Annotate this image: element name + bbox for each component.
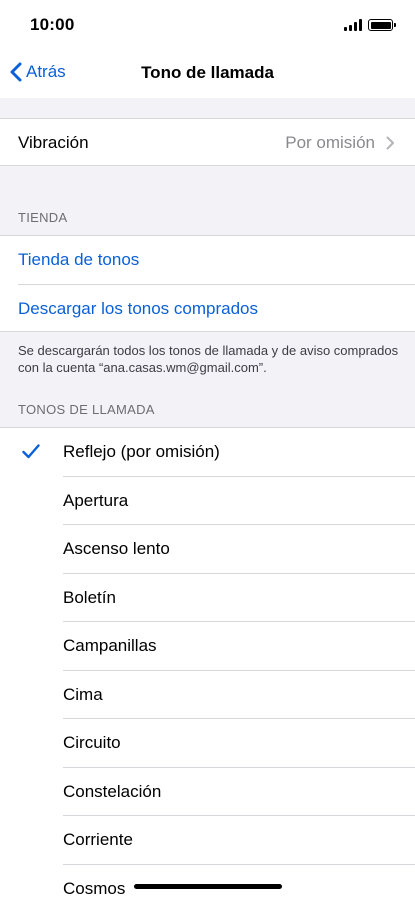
checkmark-icon	[22, 444, 40, 459]
ringtone-label: Cosmos	[63, 878, 126, 898]
ringtone-row[interactable]: Cima	[0, 671, 415, 719]
ringtone-row[interactable]: Corriente	[0, 816, 415, 865]
vibration-row[interactable]: Vibración Por omisión	[0, 118, 415, 166]
status-icons	[344, 17, 396, 31]
status-time: 10:00	[30, 15, 75, 34]
store-section-header: TIENDA	[18, 210, 68, 225]
ringtone-row[interactable]: Circuito	[0, 719, 415, 768]
store-footer-note: Se descargarán todos los tonos de llamad…	[18, 343, 399, 375]
signal-icon	[344, 19, 362, 31]
ringtone-label: Reflejo (por omisión)	[63, 442, 220, 461]
ringtone-row[interactable]: Campanillas	[0, 622, 415, 671]
vibration-value: Por omisión	[285, 133, 375, 152]
page-title: Tono de llamada	[141, 63, 274, 82]
ringtones-list: Reflejo (por omisión) Apertura Ascenso len…	[0, 427, 415, 900]
tone-store-link[interactable]: Tienda de tonos	[18, 250, 139, 270]
store-group: Tienda de tonos Descargar los tonos comp…	[0, 235, 415, 332]
ringtone-row[interactable]: Constelación	[0, 768, 415, 816]
ringtone-label: Boletín	[63, 587, 116, 607]
navigation-bar: Atrás Tono de llamada	[0, 50, 415, 98]
ringtone-row[interactable]: Reflejo (por omisión)	[0, 428, 415, 477]
battery-icon	[368, 19, 396, 31]
ringtones-section-header: TONOS DE LLAMADA	[18, 402, 155, 417]
download-purchased-link[interactable]: Descargar los tonos comprados	[18, 299, 258, 319]
ringtone-row[interactable]: Ascenso lento	[0, 525, 415, 574]
vibration-label: Vibración	[18, 133, 89, 152]
ringtone-row[interactable]: Boletín	[0, 574, 415, 622]
status-bar: 10:00	[0, 0, 415, 50]
ringtone-row[interactable]: Apertura	[0, 477, 415, 525]
tone-store-row[interactable]: Tienda de tonos	[0, 236, 415, 284]
download-purchased-row[interactable]: Descargar los tonos comprados	[0, 285, 415, 333]
ringtone-label: Campanillas	[63, 636, 157, 655]
ringtone-row[interactable]: Cosmos	[0, 865, 415, 900]
chevron-right-icon	[386, 136, 394, 150]
ringtone-label: Apertura	[63, 490, 129, 510]
ringtone-label: Cima	[63, 684, 103, 704]
ringtone-label: Ascenso lento	[63, 539, 170, 558]
ringtone-label: Corriente	[63, 830, 133, 849]
home-indicator	[134, 884, 282, 889]
ringtone-label: Constelación	[63, 781, 162, 801]
ringtone-label: Circuito	[63, 733, 121, 752]
